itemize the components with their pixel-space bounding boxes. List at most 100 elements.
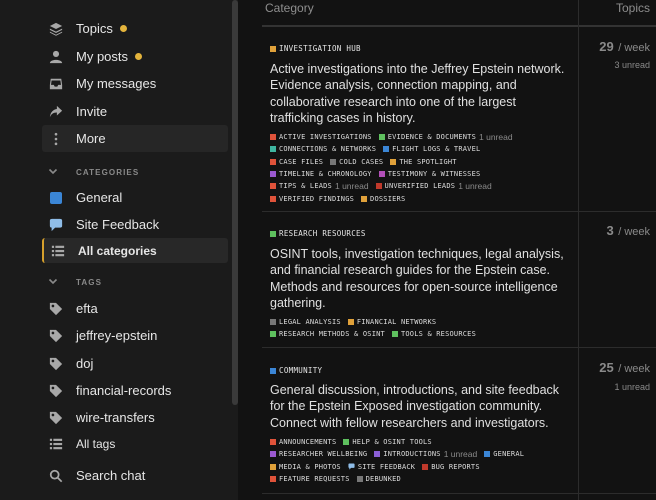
tag-icon bbox=[48, 410, 64, 426]
topics-per-week: 3 / week bbox=[607, 222, 650, 240]
category-color-square bbox=[270, 367, 276, 374]
category-badge[interactable]: COMMUNITY bbox=[270, 366, 322, 375]
category-row[interactable]: INVESTIGATION HUB Active investigations … bbox=[262, 29, 656, 212]
subcategory-link[interactable]: ACTIVE INVESTIGATIONS bbox=[270, 133, 372, 141]
sidebar-tag-jeffrey-epstein[interactable]: jeffrey-epstein bbox=[42, 322, 228, 349]
subcategory-name: THE SPOTLIGHT bbox=[399, 157, 457, 166]
sidebar-tag-efta[interactable]: efta bbox=[42, 295, 228, 322]
subcategory-name: BUG REPORTS bbox=[431, 462, 480, 471]
subcategory-link[interactable]: MEDIA & PHOTOS bbox=[270, 463, 341, 471]
sidebar-item-my-posts[interactable]: My posts bbox=[42, 43, 228, 70]
unread-count[interactable]: 1 unread bbox=[614, 382, 650, 392]
list-icon bbox=[50, 243, 66, 259]
subcategory-line: LEGAL ANALYSIS FINANCIAL NETWORKS bbox=[270, 316, 572, 328]
subcategory-link[interactable]: GENERAL bbox=[484, 450, 524, 458]
subcategory-color-square bbox=[270, 195, 276, 202]
sidebar-item-label: My posts bbox=[76, 49, 129, 64]
column-header-topics[interactable]: Topics bbox=[616, 1, 650, 15]
subcategory-name: TIMELINE & CHRONOLOGY bbox=[279, 170, 372, 179]
subcategory-link[interactable]: RESEARCHER WELLBEING bbox=[270, 450, 367, 458]
more-vertical-icon bbox=[48, 131, 64, 147]
category-name: COMMUNITY bbox=[279, 366, 323, 375]
sidebar-item-label: General bbox=[76, 190, 123, 205]
subcategory-list: ANNOUNCEMENTS HELP & OSINT TOOLS RESEARCHE… bbox=[270, 436, 572, 485]
sidebar-item-label: All categories bbox=[78, 243, 157, 258]
per-week-label: / week bbox=[618, 363, 650, 375]
subcategory-name: RESEARCH METHODS & OSINT bbox=[279, 330, 385, 339]
subcategory-color-square bbox=[343, 439, 350, 446]
subcategory-name: SITE FEEDBACK bbox=[357, 462, 416, 471]
subcategory-link[interactable]: HELP & OSINT TOOLS bbox=[343, 438, 432, 446]
sidebar-item-label: doj bbox=[76, 356, 94, 371]
topics-per-week: 25 / week bbox=[599, 359, 650, 377]
tags-section-toggle[interactable]: TAGS bbox=[48, 274, 228, 290]
sidebar-item-label: My messages bbox=[76, 76, 157, 91]
per-week-label: / week bbox=[618, 42, 650, 54]
subcategory-link[interactable]: TIMELINE & CHRONOLOGY bbox=[270, 170, 372, 178]
subcategory-link[interactable]: CONNECTIONS & NETWORKS bbox=[270, 145, 376, 153]
subcategory-line: TIMELINE & CHRONOLOGY TESTIMONY & WITNESS… bbox=[270, 168, 572, 180]
subcategory-link[interactable]: ANNOUNCEMENTS bbox=[270, 438, 336, 446]
subcategory-name: CASE FILES bbox=[279, 157, 324, 166]
subcategory-link[interactable]: TESTIMONY & WITNESSES bbox=[378, 170, 481, 178]
subcategory-link[interactable]: FLIGHT LOGS & TRAVEL bbox=[383, 145, 480, 153]
subcategory-color-square bbox=[270, 183, 276, 190]
subcategory-line: CASE FILES COLD CASES THE SPOTLIGHT bbox=[270, 156, 572, 168]
subcategory-link[interactable]: TOOLS & RESOURCES bbox=[391, 330, 476, 339]
subcategory-link[interactable]: LEGAL ANALYSIS bbox=[270, 318, 341, 326]
unread-count[interactable]: 3 unread bbox=[614, 60, 650, 70]
subcategory-link[interactable]: SITE FEEDBACK bbox=[348, 463, 415, 471]
sidebar-tag-doj[interactable]: doj bbox=[42, 350, 228, 377]
subcategory-link[interactable]: DEBUNKED bbox=[356, 475, 401, 483]
subcategory-link[interactable]: BUG REPORTS bbox=[422, 463, 480, 471]
sidebar-item-invite[interactable]: Invite bbox=[42, 98, 228, 125]
category-badge[interactable]: INVESTIGATION HUB bbox=[270, 44, 361, 53]
category-color-square bbox=[48, 190, 64, 206]
subcategory-link[interactable]: FINANCIAL NETWORKS bbox=[347, 318, 436, 326]
subcategory-link[interactable]: DOSSIERS bbox=[361, 195, 405, 203]
category-row[interactable]: RESEARCH RESOURCES OSINT tools, investig… bbox=[262, 212, 656, 348]
subcategory-name: FLIGHT LOGS & TRAVEL bbox=[392, 145, 481, 154]
sidebar-tag-wire-transfers[interactable]: wire-transfers bbox=[42, 404, 228, 431]
categories-section-toggle[interactable]: CATEGORIES bbox=[48, 164, 228, 180]
subcategory-unread: 1 unread bbox=[479, 132, 513, 143]
subcategory-unread: 1 unread bbox=[443, 449, 478, 460]
search-chat-button[interactable]: Search chat bbox=[42, 462, 228, 489]
subcategory-name: TOOLS & RESOURCES bbox=[400, 330, 476, 339]
subcategory-line: MEDIA & PHOTOS SITE FEEDBACK BUG REPORTS bbox=[270, 461, 572, 473]
subcategory-link[interactable]: VERIFIED FINDINGS bbox=[270, 195, 354, 203]
sidebar-scrollbar[interactable] bbox=[232, 0, 238, 405]
sidebar-item-label: wire-transfers bbox=[76, 410, 155, 425]
category-badge[interactable]: RESEARCH RESOURCES bbox=[270, 229, 366, 238]
search-chat-label: Search chat bbox=[76, 468, 146, 483]
sidebar-item-site-feedback[interactable]: Site Feedback bbox=[42, 211, 228, 238]
subcategory-link[interactable]: INTRODUCTIONS 1 unread bbox=[374, 449, 477, 459]
sidebar-item-all-categories[interactable]: All categories bbox=[42, 238, 228, 263]
subcategory-link[interactable]: CASE FILES bbox=[270, 158, 323, 166]
sidebar-item-my-messages[interactable]: My messages bbox=[42, 70, 228, 97]
subcategory-link[interactable]: COLD CASES bbox=[330, 158, 383, 166]
column-header-category[interactable]: Category bbox=[265, 1, 314, 15]
tag-icon bbox=[48, 383, 64, 399]
sidebar-item-topics[interactable]: Topics bbox=[42, 15, 228, 42]
sidebar-item-more[interactable]: More bbox=[42, 125, 228, 152]
subcategory-color-square bbox=[391, 331, 398, 338]
subcategory-link[interactable]: THE SPOTLIGHT bbox=[390, 157, 457, 166]
subcategory-name: RESEARCHER WELLBEING bbox=[279, 450, 368, 459]
sidebar-item-general[interactable]: General bbox=[42, 184, 228, 211]
subcategory-link[interactable]: UNVERIFIED LEADS 1 unread bbox=[375, 181, 492, 191]
category-row[interactable]: COMMUNITY General discussion, introducti… bbox=[262, 348, 656, 494]
subcategory-color-square bbox=[356, 476, 363, 483]
sidebar-item-label: Topics bbox=[76, 21, 113, 36]
subcategory-link[interactable]: TIPS & LEADS 1 unread bbox=[270, 181, 369, 191]
sidebar-tag-financial-records[interactable]: financial-records bbox=[42, 377, 228, 404]
subcategory-link[interactable]: FEATURE REQUESTS bbox=[270, 475, 350, 483]
sidebar-item-label: financial-records bbox=[76, 383, 172, 398]
subcategory-link[interactable]: EVIDENCE & DOCUMENTS 1 unread bbox=[378, 132, 513, 143]
category-color-square bbox=[270, 230, 276, 237]
sidebar-item-all-tags[interactable]: All tags bbox=[42, 431, 228, 456]
section-heading: CATEGORIES bbox=[76, 167, 140, 177]
subcategory-line: VERIFIED FINDINGS DOSSIERS bbox=[270, 192, 572, 204]
subcategory-link[interactable]: RESEARCH METHODS & OSINT bbox=[270, 330, 385, 338]
subcategory-name: INTRODUCTIONS bbox=[383, 450, 441, 459]
